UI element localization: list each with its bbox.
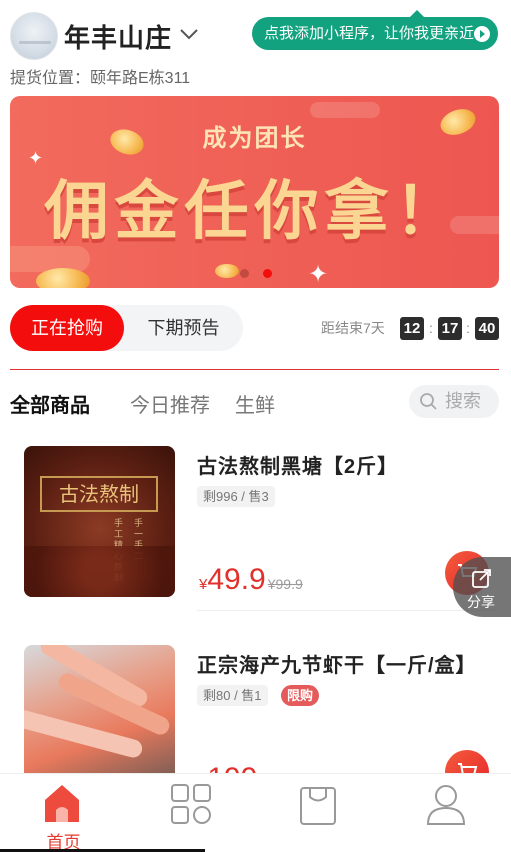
add-mini-program-text: 点我添加小程序，让你我更亲近 bbox=[264, 25, 475, 42]
tab-profile[interactable] bbox=[384, 774, 511, 852]
search-input[interactable]: 搜索 bbox=[409, 385, 499, 418]
countdown-seconds: 40 bbox=[475, 317, 499, 340]
chevron-down-icon[interactable] bbox=[178, 26, 200, 42]
home-icon bbox=[45, 785, 79, 822]
coin-icon bbox=[215, 264, 239, 278]
promo-banner[interactable]: ✦ ✦ 成为团长 佣金任你拿！ bbox=[10, 96, 499, 288]
product-divider bbox=[197, 610, 499, 611]
product-image[interactable]: 古法熬制 手工精心熬制 手一手二 bbox=[24, 446, 175, 597]
share-button[interactable]: 分享 bbox=[453, 557, 511, 617]
countdown-hours: 12 bbox=[400, 317, 424, 340]
carousel-dots bbox=[240, 265, 282, 283]
tab-home[interactable]: 首页 bbox=[0, 774, 127, 852]
carousel-dot[interactable] bbox=[240, 269, 249, 278]
stock-badge: 剩996 / 售3 bbox=[197, 486, 275, 507]
pickup-location: 提货位置：颐年路E栋311 bbox=[10, 70, 191, 87]
category-icon bbox=[171, 784, 211, 824]
countdown-separator: : bbox=[466, 320, 470, 336]
arrow-right-icon bbox=[474, 26, 490, 42]
cart-icon bbox=[300, 787, 336, 825]
product-name[interactable]: 正宗海产九节虾干【一斤/盒】 bbox=[197, 649, 477, 678]
sparkle-icon: ✦ bbox=[308, 261, 329, 288]
profile-icon bbox=[426, 785, 466, 825]
countdown-label: 距结束7天 bbox=[321, 320, 385, 336]
search-placeholder: 搜索 bbox=[445, 391, 481, 411]
banner-subtitle: 成为团长 bbox=[202, 125, 307, 152]
share-label: 分享 bbox=[467, 594, 495, 610]
countdown-minutes: 17 bbox=[438, 317, 462, 340]
store-avatar[interactable] bbox=[10, 12, 58, 60]
search-icon bbox=[420, 393, 437, 410]
section-divider bbox=[10, 369, 499, 370]
tab-category[interactable] bbox=[127, 774, 254, 852]
limit-badge: 限购 bbox=[281, 685, 320, 706]
store-name[interactable]: 年丰山庄 bbox=[64, 18, 172, 55]
add-mini-program-tip[interactable]: 点我添加小程序，让你我更亲近 bbox=[252, 10, 498, 50]
category-all[interactable]: 全部商品 bbox=[10, 389, 90, 418]
sale-segment: 正在抢购 下期预告 bbox=[10, 305, 243, 351]
product-image-text: 古法熬制 bbox=[40, 476, 158, 512]
carousel-dot-active[interactable] bbox=[263, 269, 273, 278]
share-icon bbox=[472, 569, 491, 588]
tab-cart[interactable] bbox=[256, 774, 383, 852]
coin-icon bbox=[36, 268, 90, 288]
category-fresh[interactable]: 生鲜 bbox=[235, 389, 275, 418]
original-price: ¥99.9 bbox=[267, 576, 303, 592]
stock-badge: 剩80 / 售1 bbox=[197, 685, 268, 706]
bottom-tab-bar: 首页 bbox=[0, 773, 511, 852]
store-header: 年丰山庄 点我添加小程序，让你我更亲近 提货位置：颐年路E栋311 bbox=[0, 0, 511, 92]
product-name[interactable]: 古法熬制黑塘【2斤】 bbox=[197, 450, 398, 479]
product-price: ¥49.9 ¥99.9 bbox=[199, 563, 303, 596]
category-today[interactable]: 今日推荐 bbox=[130, 389, 210, 418]
countdown-separator: : bbox=[429, 320, 433, 336]
tab-on-sale[interactable]: 正在抢购 bbox=[10, 305, 124, 351]
banner-title: 佣金任你拿！ bbox=[44, 175, 465, 247]
tab-next-preview[interactable]: 下期预告 bbox=[124, 305, 243, 351]
